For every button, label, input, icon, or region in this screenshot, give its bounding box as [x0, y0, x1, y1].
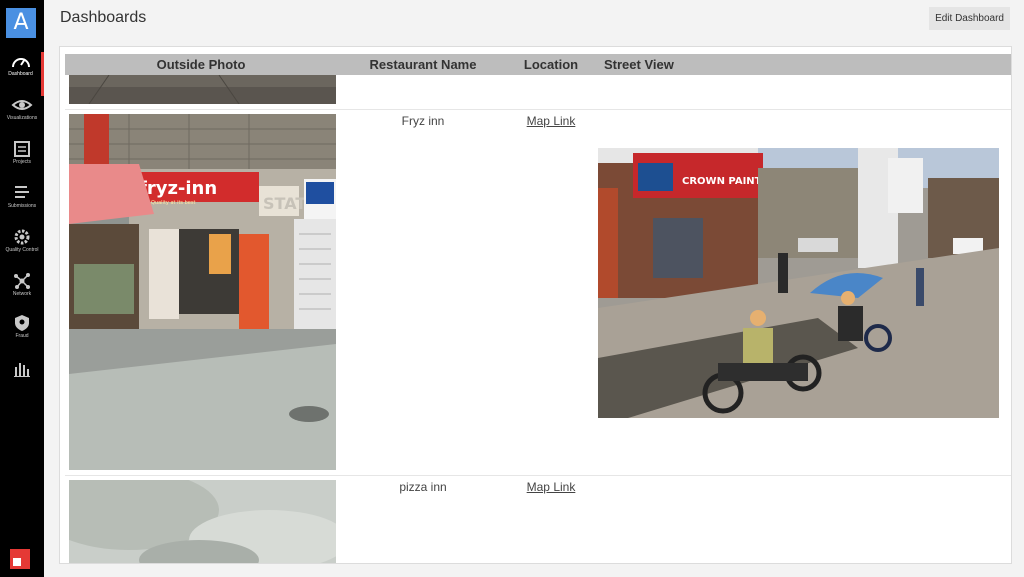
- shop-sign-text: fryz-inn: [139, 178, 217, 199]
- table-header: Outside Photo Restaurant Name Location S…: [65, 54, 1011, 75]
- column-header-outside-photo: Outside Photo: [156, 57, 246, 72]
- sidebar-item-dashboard[interactable]: Dashboard: [0, 52, 44, 96]
- submissions-icon: [15, 186, 29, 198]
- column-header-restaurant-name: Restaurant Name: [369, 57, 477, 72]
- street-shop-sign-text: CROWN PAINTS: [682, 176, 769, 187]
- restaurant-name: pizza inn: [399, 480, 447, 494]
- bar-chart-icon: [14, 363, 30, 377]
- sidebar-item-label: Quality Control: [5, 247, 39, 253]
- sidebar-item-label: Visualizations: [6, 115, 38, 121]
- gear-icon: [14, 229, 30, 245]
- map-link[interactable]: Map Link: [509, 480, 593, 494]
- table-row: pizza inn Map Link: [65, 475, 1011, 563]
- sidebar-item-label: Projects: [12, 159, 32, 165]
- network-icon: [14, 273, 30, 289]
- restaurant-name: Fryz inn: [401, 114, 445, 128]
- outside-photo[interactable]: fryz-inn Quality at its best STAT: [69, 114, 336, 470]
- app-logo[interactable]: A: [6, 8, 36, 38]
- page-title: Dashboards: [60, 9, 147, 26]
- brand-logo: [10, 549, 30, 569]
- sidebar-item-submissions[interactable]: Submissions: [0, 184, 44, 228]
- edit-dashboard-button[interactable]: Edit Dashboard: [929, 7, 1010, 30]
- gauge-icon: [11, 58, 30, 68]
- outside-photo[interactable]: [69, 480, 336, 563]
- stat-sign-text: STAT: [263, 194, 306, 213]
- shield-icon: [15, 315, 29, 331]
- list-icon: [14, 141, 30, 157]
- top-header: Dashboards Edit Dashboard: [44, 0, 1024, 38]
- column-header-location: Location: [523, 57, 579, 72]
- table-row: fryz-inn Quality at its best STAT Fryz i…: [65, 109, 1011, 475]
- sidebar-item-label: Dashboard: [8, 71, 33, 77]
- map-link[interactable]: Map Link: [509, 114, 593, 128]
- sidebar-item-reports[interactable]: [0, 360, 44, 404]
- sidebar-item-label: Fraud: [15, 333, 29, 339]
- outside-photo[interactable]: [69, 75, 336, 104]
- sidebar-item-fraud[interactable]: Fraud: [0, 314, 44, 358]
- table-row: [65, 75, 1011, 109]
- eye-icon: [11, 100, 33, 110]
- sidebar-item-projects[interactable]: Projects: [0, 140, 44, 184]
- dashboard-table-panel: Outside Photo Restaurant Name Location S…: [59, 46, 1012, 564]
- sidebar-item-visualizations[interactable]: Visualizations: [0, 96, 44, 140]
- column-header-street-view: Street View: [604, 57, 674, 72]
- sidebar-item-quality-control[interactable]: Quality Control: [0, 228, 44, 272]
- sidebar-item-label: Network: [12, 291, 32, 297]
- shop-sign-tagline: Quality at its best: [151, 200, 195, 206]
- sidebar-item-label: Submissions: [7, 203, 37, 209]
- sidebar: A Dashboard Visualizations Projects Subm…: [0, 0, 44, 577]
- street-view-image[interactable]: CROWN PAINTS: [598, 148, 999, 418]
- sidebar-item-network[interactable]: Network: [0, 272, 44, 316]
